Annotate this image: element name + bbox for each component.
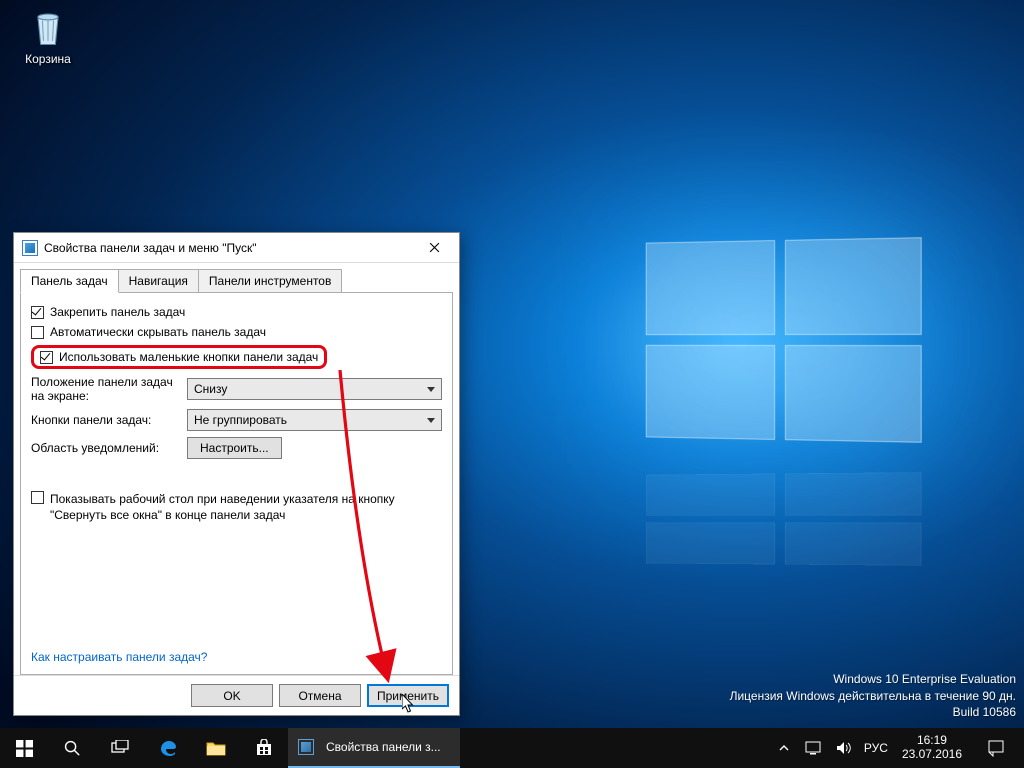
tab-taskbar[interactable]: Панель задач <box>20 269 119 293</box>
btn-customize-notifications[interactable]: Настроить... <box>187 437 282 459</box>
action-center-button[interactable] <box>976 728 1016 768</box>
lbl-autohide-taskbar: Автоматически скрывать панель задач <box>50 325 266 339</box>
select-taskbar-position[interactable]: Снизу <box>187 378 442 400</box>
file-explorer-button[interactable] <box>192 728 240 768</box>
system-tray: РУС 16:19 23.07.2016 <box>766 728 1024 768</box>
chevron-down-icon <box>427 387 435 392</box>
watermark-line1: Windows 10 Enterprise Evaluation <box>730 671 1016 687</box>
lbl-taskbar-position: Положение панели задач на экране: <box>31 375 181 403</box>
store-button[interactable] <box>240 728 288 768</box>
start-button[interactable] <box>0 728 48 768</box>
highlight-small-buttons: Использовать маленькие кнопки панели зад… <box>31 345 327 369</box>
edge-button[interactable] <box>144 728 192 768</box>
ok-button[interactable]: OK <box>191 684 273 707</box>
dialog-tabs: Панель задач Навигация Панели инструмент… <box>14 263 459 293</box>
lbl-notification-area: Область уведомлений: <box>31 441 181 455</box>
lbl-taskbar-buttons: Кнопки панели задач: <box>31 413 181 427</box>
running-app-icon <box>298 739 314 755</box>
tab-navigation[interactable]: Навигация <box>118 269 199 293</box>
recycle-bin-label: Корзина <box>20 52 76 66</box>
lbl-lock-taskbar: Закрепить панель задач <box>50 305 185 319</box>
dialog-button-row: OK Отмена Применить <box>14 675 459 715</box>
chk-peek-desktop[interactable] <box>31 491 44 504</box>
dialog-icon <box>22 240 38 256</box>
taskbar-running-app[interactable]: Свойства панели з... <box>288 728 460 768</box>
select-taskbar-position-value: Снизу <box>194 382 227 396</box>
chk-autohide-taskbar[interactable] <box>31 326 44 339</box>
watermark-line3: Build 10586 <box>730 704 1016 720</box>
taskbar-properties-dialog: Свойства панели задач и меню "Пуск" Пане… <box>13 232 460 716</box>
tab-panel-taskbar: Закрепить панель задач Автоматически скр… <box>20 292 453 675</box>
tray-chevron-icon[interactable] <box>774 738 794 758</box>
windows-watermark: Windows 10 Enterprise Evaluation Лицензи… <box>730 671 1016 720</box>
search-button[interactable] <box>48 728 96 768</box>
taskbar-clock[interactable]: 16:19 23.07.2016 <box>898 734 966 762</box>
clock-time: 16:19 <box>902 734 962 748</box>
windows-logo-graphic <box>646 237 922 443</box>
chk-small-buttons[interactable] <box>40 351 53 364</box>
dialog-title: Свойства панели задач и меню "Пуск" <box>44 241 413 255</box>
windows-logo-reflection <box>646 472 922 566</box>
volume-icon[interactable] <box>834 738 854 758</box>
select-taskbar-buttons[interactable]: Не группировать <box>187 409 442 431</box>
select-taskbar-buttons-value: Не группировать <box>194 413 287 427</box>
running-app-label: Свойства панели з... <box>326 740 441 754</box>
lbl-peek-desktop: Показывать рабочий стол при наведении ук… <box>50 491 442 523</box>
recycle-bin-icon[interactable]: Корзина <box>20 6 76 66</box>
chk-lock-taskbar[interactable] <box>31 306 44 319</box>
tab-toolbars[interactable]: Панели инструментов <box>198 269 342 293</box>
help-link[interactable]: Как настраивать панели задач? <box>31 650 207 664</box>
network-icon[interactable] <box>804 738 824 758</box>
language-indicator[interactable]: РУС <box>864 738 888 758</box>
cancel-button[interactable]: Отмена <box>279 684 361 707</box>
task-view-button[interactable] <box>96 728 144 768</box>
watermark-line2: Лицензия Windows действительна в течение… <box>730 688 1016 704</box>
clock-date: 23.07.2016 <box>902 748 962 762</box>
dialog-titlebar[interactable]: Свойства панели задач и меню "Пуск" <box>14 233 459 263</box>
chevron-down-icon <box>427 418 435 423</box>
apply-button[interactable]: Применить <box>367 684 449 707</box>
taskbar: Свойства панели з... РУС 16:19 23.07.201… <box>0 728 1024 768</box>
lbl-small-buttons: Использовать маленькие кнопки панели зад… <box>59 350 318 364</box>
close-button[interactable] <box>413 234 455 262</box>
